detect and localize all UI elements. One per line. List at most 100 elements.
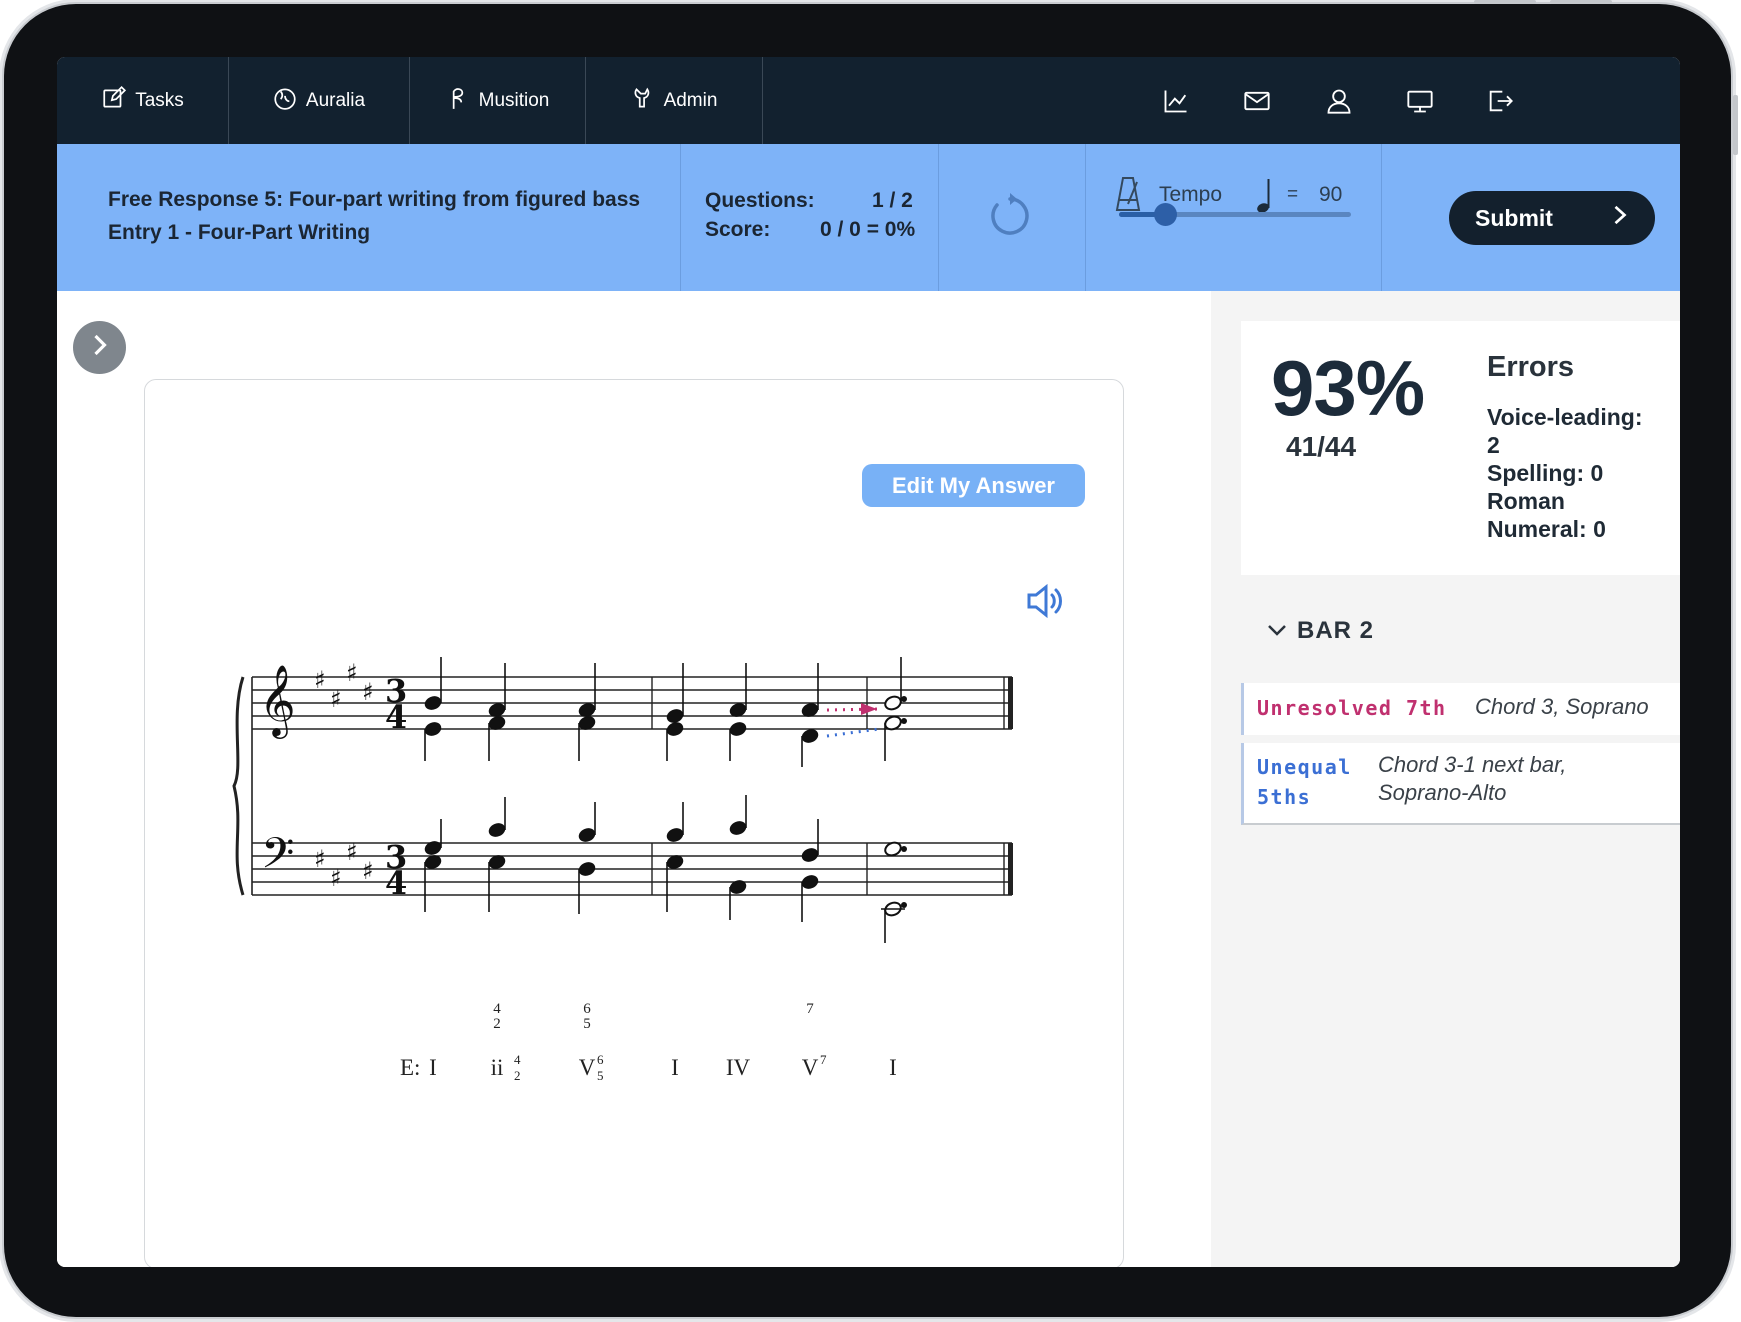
error-location: Soprano-Alto [1378, 780, 1507, 805]
key-label: E: [400, 1055, 420, 1080]
tempo-slider[interactable] [1119, 203, 1351, 226]
monitor-icon[interactable] [1390, 57, 1450, 144]
roman-numerals: E: Iii 42 V 65 I IV V 7 I [400, 1052, 897, 1083]
metronome-icon [1115, 176, 1141, 212]
errors-line: Spelling: 0 [1487, 460, 1604, 486]
score-percent: 93% [1271, 344, 1425, 432]
note-head [578, 862, 596, 876]
questions-label: Questions: [705, 189, 815, 212]
figure-bottom: 5 [583, 1016, 591, 1032]
brace [232, 676, 245, 896]
note-head [884, 695, 902, 711]
divider [938, 144, 939, 291]
nav-auralia[interactable]: Auralia [228, 57, 410, 144]
notes [424, 657, 907, 943]
bar-section-toggle[interactable]: BAR 2 [1267, 617, 1374, 645]
roman-numeral: IV [726, 1055, 751, 1080]
roman-numeral: V [579, 1055, 596, 1080]
errors-line: Numeral: 0 [1487, 516, 1606, 542]
error-item[interactable]: Unequal 5ths Chord 3-1 next bar, Soprano… [1241, 743, 1680, 825]
roman-numeral: I [889, 1055, 897, 1080]
top-navbar: Tasks Auralia Musition Admin [57, 57, 1680, 144]
sharp: ♯ [362, 857, 374, 885]
note-head [578, 828, 596, 842]
note-head [666, 709, 684, 723]
errors-line: Voice-leading: [1487, 404, 1643, 430]
tempo-value: 90 [1319, 183, 1343, 206]
chart-icon[interactable] [1146, 57, 1206, 144]
task-subtitle: Entry 1 - Four-Part Writing [108, 221, 371, 244]
staves: 𝄞𝄢♯♯♯♯♯♯♯♯3434 [232, 659, 1013, 902]
questions-value: 1 / 2 [872, 189, 913, 212]
nav-musition-label: Musition [478, 89, 550, 111]
final-barline [1008, 843, 1013, 895]
mail-icon[interactable] [1227, 57, 1287, 144]
sharp: ♯ [330, 864, 342, 892]
sharp: ♯ [314, 666, 326, 694]
edit-icon [101, 85, 127, 117]
note-head [729, 880, 747, 894]
quarter-note-icon [1256, 177, 1274, 215]
error-item[interactable]: Unresolved 7th Chord 3, Soprano [1241, 683, 1680, 735]
unequal-5ths-marker [826, 727, 880, 738]
nav-auralia-label: Auralia [305, 89, 366, 111]
app-screen: Tasks Auralia Musition Admin Free Respon… [57, 57, 1680, 1267]
roman-sub: 2 [514, 1068, 521, 1083]
roman-sup: 7 [820, 1052, 827, 1067]
music-score: 𝄞𝄢♯♯♯♯♯♯♯♯3434 42657 E: Iii 42 V 65 I IV V 7 I [232, 657, 1013, 1083]
task-title: Free Response 5: Four-part writing from … [108, 188, 641, 211]
time-signature-bottom: 4 [385, 864, 407, 902]
note-head [424, 722, 442, 736]
roman-sup: 6 [597, 1052, 604, 1067]
tablet-top-button [1550, 0, 1612, 4]
sharp: ♯ [330, 685, 342, 713]
score-value: 0 / 0 = 0% [820, 218, 916, 241]
errors-heading: Errors [1487, 351, 1575, 383]
note-head [801, 729, 819, 743]
sharp: ♯ [346, 838, 358, 866]
augmentation-dot [901, 846, 907, 852]
error-type: Unequal [1257, 755, 1352, 779]
logout-icon[interactable] [1470, 57, 1530, 144]
chevron-down-icon [1267, 617, 1287, 645]
submit-label: Submit [1475, 204, 1553, 231]
figure-bottom: 2 [493, 1016, 501, 1032]
user-icon[interactable] [1309, 57, 1369, 144]
expand-sidebar-button[interactable] [73, 321, 126, 374]
musition-icon [445, 85, 471, 117]
note-head [801, 848, 819, 862]
augmentation-dot [901, 902, 907, 908]
speaker-icon[interactable] [1025, 583, 1065, 619]
note-head [729, 821, 747, 835]
figure-top: 6 [583, 1001, 591, 1017]
error-location: Chord 3-1 next bar, [1378, 752, 1567, 777]
figure-top: 7 [806, 1001, 814, 1017]
figured-bass: 42 65 7 [493, 1001, 814, 1032]
note-head [424, 841, 442, 855]
edit-my-answer-button[interactable]: Edit My Answer [862, 464, 1085, 507]
submit-button[interactable]: Submit [1449, 191, 1655, 245]
roman-numeral: I [429, 1055, 437, 1080]
error-type: 5ths [1257, 785, 1312, 809]
replay-icon[interactable] [987, 191, 1033, 237]
tablet-side-button [1733, 95, 1738, 155]
chevron-right-icon [1611, 203, 1629, 233]
task-header: Free Response 5: Four-part writing from … [57, 144, 1680, 291]
nav-admin[interactable]: Admin [585, 57, 763, 144]
roman-sub: 5 [597, 1068, 604, 1083]
note-head [666, 722, 684, 736]
nav-tasks[interactable]: Tasks [57, 57, 229, 144]
augmentation-dot [901, 696, 907, 702]
divider [680, 144, 681, 291]
time-signature-bottom: 4 [385, 698, 407, 736]
sharp: ♯ [346, 659, 358, 687]
chevron-right-icon [91, 332, 109, 363]
note-head [424, 696, 442, 710]
note-head [488, 823, 506, 837]
note-head [801, 875, 819, 889]
score-fraction: 41/44 [1286, 431, 1357, 462]
augmentation-dot [901, 718, 907, 724]
nav-musition[interactable]: Musition [409, 57, 586, 144]
error-location: Chord 3, Soprano [1475, 694, 1649, 719]
nav-admin-label: Admin [663, 89, 718, 111]
